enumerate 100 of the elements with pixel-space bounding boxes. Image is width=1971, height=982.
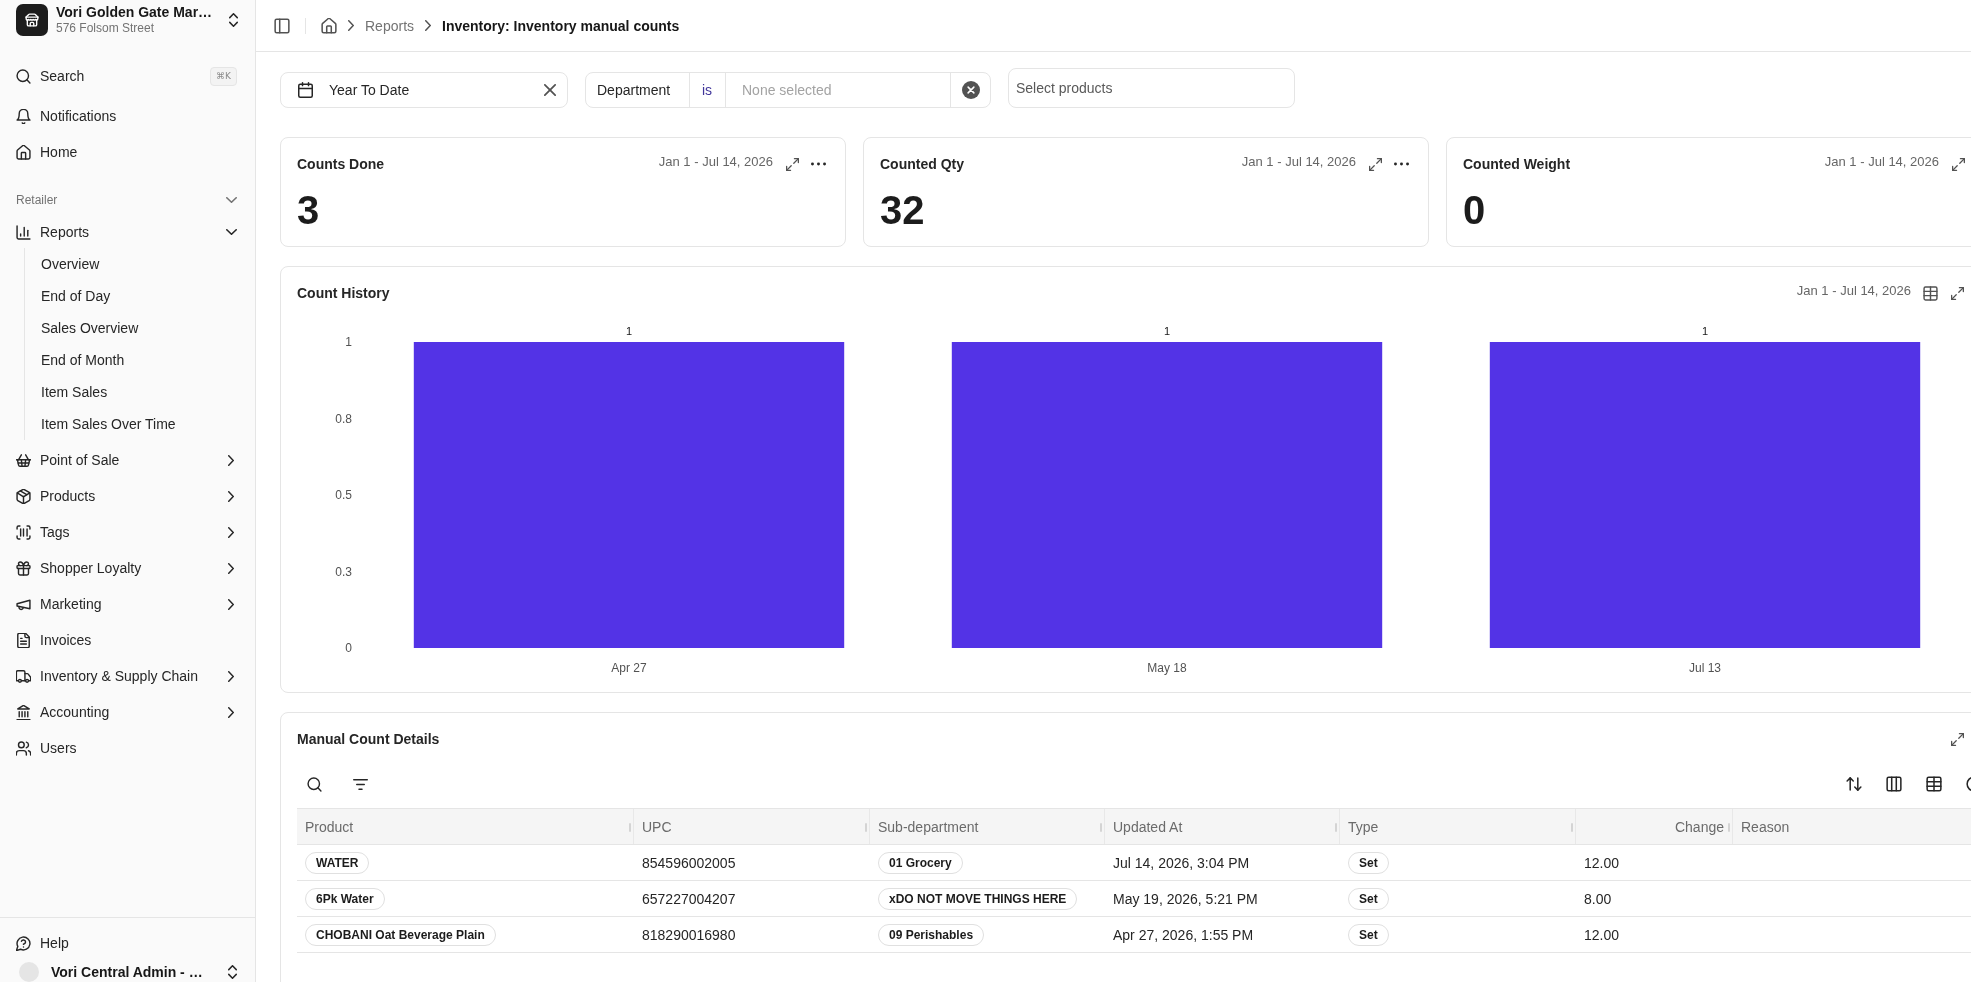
filter-field-button[interactable]: Department bbox=[586, 73, 690, 107]
chevrons-up-down-icon[interactable] bbox=[228, 964, 237, 979]
department-filter[interactable]: Department is None selected bbox=[585, 72, 991, 108]
x-axis-label: May 18 bbox=[1147, 661, 1187, 675]
table-cell: Apr 27, 2026, 1:55 PM bbox=[1113, 926, 1254, 943]
y-axis-label: 0 bbox=[345, 641, 352, 655]
column-resize-handle[interactable] bbox=[629, 823, 631, 832]
store-icon bbox=[16, 4, 48, 36]
clear-icon[interactable] bbox=[544, 84, 556, 96]
box-icon bbox=[16, 488, 31, 504]
kpi-value: 0 bbox=[1463, 187, 1487, 233]
nav-item[interactable]: Reports bbox=[8, 216, 247, 248]
search-button[interactable]: Search ⌘K bbox=[8, 58, 247, 94]
expand-icon[interactable] bbox=[1951, 286, 1964, 300]
column-header[interactable]: Type bbox=[1340, 809, 1576, 844]
column-resize-handle[interactable] bbox=[1571, 823, 1573, 832]
nav-item[interactable]: Products bbox=[8, 478, 247, 514]
basket-icon bbox=[16, 452, 31, 468]
table-cell: 854596002005 bbox=[642, 854, 736, 871]
nav-item[interactable]: Marketing bbox=[8, 586, 247, 622]
chevron-right-icon bbox=[228, 670, 234, 682]
date-range-label: Jan 1 - Jul 14, 2026 bbox=[1796, 283, 1911, 298]
y-axis-label: 0.5 bbox=[335, 488, 352, 502]
column-resize-handle[interactable] bbox=[865, 823, 867, 832]
y-axis-label: 0.8 bbox=[335, 411, 352, 426]
bar-value-label: 1 bbox=[1163, 325, 1171, 337]
column-resize-handle[interactable] bbox=[1728, 823, 1730, 832]
breadcrumb: Inventory: Inventory manual counts bbox=[442, 17, 680, 34]
card-title: Manual Count Details bbox=[297, 731, 440, 747]
account-name[interactable]: Vori Central Admin - … bbox=[51, 963, 216, 980]
table-icon[interactable] bbox=[1923, 285, 1938, 301]
more-icon[interactable] bbox=[811, 162, 826, 166]
nav-item[interactable]: Shopper Loyalty bbox=[8, 550, 247, 586]
section-header[interactable]: Retailer bbox=[8, 184, 247, 216]
expand-icon[interactable] bbox=[1369, 157, 1382, 171]
chevrons-up-down-icon[interactable] bbox=[229, 13, 238, 27]
home-icon[interactable] bbox=[321, 17, 337, 34]
bar-value-label: 1 bbox=[625, 325, 633, 337]
table-icon[interactable] bbox=[1926, 776, 1942, 792]
store-name: Vori Golden Gate Mar… bbox=[56, 4, 214, 21]
column-header[interactable]: Product bbox=[297, 809, 634, 844]
kpi-value: 32 bbox=[880, 187, 926, 233]
date-range-filter[interactable]: Year To Date bbox=[280, 72, 568, 108]
document-icon bbox=[16, 632, 31, 648]
nav-item[interactable]: Notifications bbox=[8, 98, 247, 134]
nav-subitem[interactable]: Sales Overview bbox=[33, 312, 247, 344]
nav-item[interactable]: Invoices bbox=[8, 622, 247, 658]
kpi-title: Counts Done bbox=[297, 156, 385, 172]
nav-subitem[interactable]: Overview bbox=[33, 248, 247, 280]
nav-item[interactable]: Inventory & Supply Chain bbox=[8, 658, 247, 694]
nav-subitem[interactable]: End of Day bbox=[33, 280, 247, 312]
more-icon[interactable] bbox=[1394, 162, 1409, 166]
search-icon bbox=[16, 68, 31, 84]
x-axis-label: Apr 27 bbox=[611, 661, 647, 675]
expand-icon[interactable] bbox=[1952, 157, 1965, 171]
nav-item[interactable]: Users bbox=[8, 730, 247, 766]
chevron-right-icon bbox=[348, 20, 354, 31]
nav-item[interactable]: Point of Sale bbox=[8, 442, 247, 478]
table-cell: 818290016980 bbox=[642, 926, 736, 943]
clear-circle-icon[interactable] bbox=[961, 81, 980, 99]
bell-icon bbox=[16, 108, 31, 124]
kpi-title: Counted Qty bbox=[880, 156, 964, 172]
y-axis-label: 0.3 bbox=[335, 564, 352, 579]
sidebar-toggle-icon[interactable] bbox=[274, 17, 290, 34]
nav-subitem[interactable]: Item Sales Over Time bbox=[33, 408, 247, 440]
calendar-icon bbox=[298, 82, 313, 98]
nav-item[interactable]: Accounting bbox=[8, 694, 247, 730]
card-title: Count History bbox=[297, 285, 390, 301]
nav-item[interactable]: Home bbox=[8, 134, 247, 170]
expand-icon[interactable] bbox=[1951, 732, 1964, 746]
nav-subitem[interactable]: End of Month bbox=[33, 344, 247, 376]
kpi-value: 3 bbox=[297, 187, 321, 233]
search-icon[interactable] bbox=[307, 776, 322, 792]
gift-icon bbox=[16, 560, 31, 576]
kpi-title: Counted Weight bbox=[1463, 156, 1571, 172]
expand-icon[interactable] bbox=[786, 157, 799, 171]
nav-subitem[interactable]: Item Sales bbox=[33, 376, 247, 408]
date-range-label: Jan 1 - Jul 14, 2026 bbox=[1824, 154, 1939, 169]
chevron-right-icon bbox=[228, 562, 234, 574]
nav-item[interactable]: Tags bbox=[8, 514, 247, 550]
column-header[interactable]: Sub-department bbox=[870, 809, 1105, 844]
chevron-down-icon bbox=[225, 229, 237, 235]
column-header[interactable]: Updated At bbox=[1105, 809, 1340, 844]
help-button[interactable]: Help bbox=[8, 925, 247, 961]
scan-frame-icon bbox=[16, 524, 31, 540]
table-cell: 657227004207 bbox=[642, 890, 736, 907]
date-range-label: Jan 1 - Jul 14, 2026 bbox=[1241, 154, 1356, 169]
sort-icon[interactable] bbox=[1846, 776, 1862, 792]
column-resize-handle[interactable] bbox=[1100, 823, 1102, 832]
chevron-right-icon bbox=[425, 20, 432, 31]
breadcrumb[interactable]: Reports bbox=[365, 17, 415, 34]
filter-icon[interactable] bbox=[353, 778, 368, 790]
column-header[interactable]: Change bbox=[1576, 809, 1733, 844]
column-header[interactable]: UPC bbox=[634, 809, 870, 844]
column-header[interactable]: Reason bbox=[1733, 809, 1971, 844]
table-cell: May 19, 2026, 5:21 PM bbox=[1113, 890, 1258, 907]
product-select-field[interactable]: Select products bbox=[1008, 68, 1295, 108]
column-resize-handle[interactable] bbox=[1335, 823, 1337, 832]
home-icon bbox=[16, 144, 31, 160]
columns-icon[interactable] bbox=[1886, 776, 1902, 792]
